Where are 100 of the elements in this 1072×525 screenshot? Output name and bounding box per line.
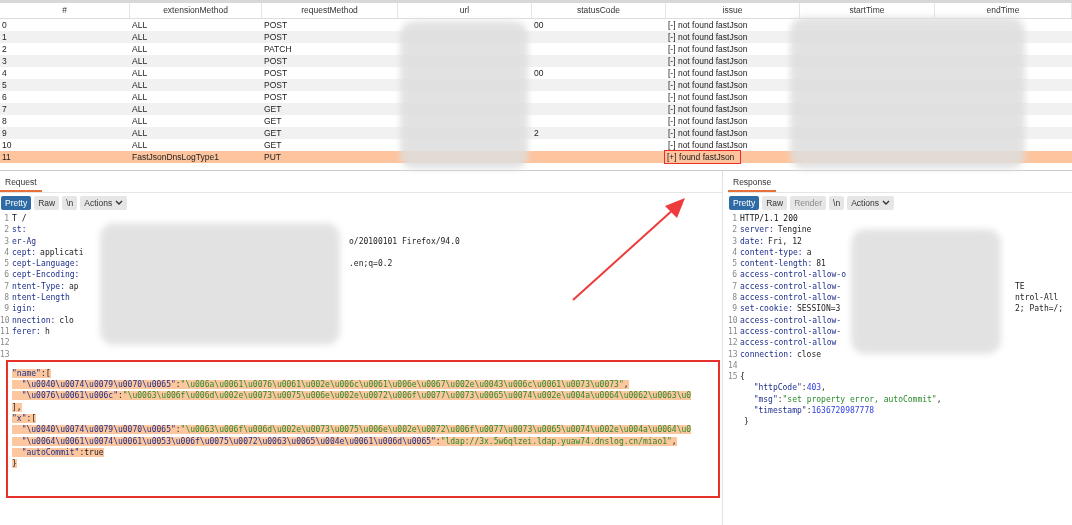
header-name: cept-Encoding: (12, 269, 80, 281)
json-string: "\u0063\u006f\u006d\u002e\u0073\u0075\u006e\u002e\u0072\u006f\u0077\u0073\u0065\u0074\u002e\u004a\u0064\u0 (180, 425, 692, 435)
header-name: access-control-allow- (740, 280, 842, 293)
column-header[interactable]: # (0, 3, 130, 18)
table-cell: [-] not found fastJson (668, 139, 748, 151)
header-value: h (44, 325, 50, 338)
header-value: o/20100101 Firefox/94.0 (349, 235, 460, 247)
json-string: "\u0063\u006f\u006d\u002e\u0073\u0075\u006e\u002e\u0072\u006f\u0077\u0073\u0065\u0074\u002e\u004a\u0064\u0062\u0063\u0 (122, 391, 692, 401)
line-number: 5 (3, 258, 9, 270)
pane-tab[interactable]: Request (0, 175, 42, 192)
json-punctuation: } (12, 459, 17, 469)
header-name: igin: (12, 303, 37, 315)
table-cell: ALL (132, 115, 148, 127)
table-cell: ALL (132, 139, 148, 151)
line-number: 3 (3, 235, 9, 247)
json-punctuation: , (623, 380, 629, 390)
table-cell: 5 (2, 79, 7, 91)
header-value: ap (69, 280, 79, 293)
table-cell: POST (264, 79, 288, 91)
line-number: 7 (3, 280, 9, 293)
header-value: a (806, 246, 812, 259)
table-cell: POST (264, 91, 288, 103)
json-punctuation: :[ (26, 414, 37, 424)
line-number: 13 (0, 348, 9, 360)
table-cell: GET (264, 103, 282, 115)
table-cell: 10 (2, 139, 12, 151)
json-punctuation: , (821, 383, 826, 393)
table-cell: [-] not found fastJson (668, 19, 748, 31)
pane-tab[interactable]: Response (728, 175, 777, 192)
header-name: content-type: (740, 246, 803, 259)
column-header[interactable]: url (398, 3, 532, 18)
line-number: 14 (728, 359, 737, 372)
line-number: 11 (0, 325, 9, 338)
header-name: nnection: (12, 314, 56, 326)
header-name: ntent-Length (12, 292, 70, 304)
json-punctuation: : (117, 391, 123, 401)
line-number: 10 (0, 314, 9, 326)
header-name: connection: (740, 348, 793, 360)
table-cell: 00 (534, 67, 544, 79)
json-punctuation: :[ (40, 368, 51, 378)
table-cell: [-] not found fastJson (668, 43, 748, 55)
json-string: "\u006a\u0061\u0076\u0061\u002e\u006c\u0061\u006e\u0067\u002e\u0043\u006c\u0061\u0073\u0073" (180, 380, 624, 390)
table-cell: [-] not found fastJson (668, 127, 748, 139)
table-cell: FastJsonDnsLogType1 (132, 151, 219, 163)
header-name: content-length: (740, 258, 813, 270)
header-value: 81 (816, 258, 826, 270)
json-punctuation: :true (79, 447, 104, 457)
json-key: "autoCommit" (12, 447, 80, 457)
view-button[interactable]: Pretty (729, 196, 760, 210)
table-cell: GET (264, 127, 282, 139)
view-button[interactable]: \n (829, 196, 845, 210)
column-header[interactable]: extensionMethod (130, 3, 262, 18)
caret-icon (882, 200, 891, 206)
json-key: "msg" (744, 394, 778, 404)
line-number: 10 (728, 314, 737, 326)
view-button[interactable]: Actions (80, 196, 128, 210)
table-cell: 8 (2, 115, 7, 127)
view-button[interactable]: Raw (34, 196, 60, 210)
table-cell: PUT (264, 151, 281, 163)
header-name: cept: (12, 246, 37, 259)
json-punctuation: , (936, 394, 942, 404)
table-cell: 0 (2, 19, 7, 31)
table-cell: [-] not found fastJson (668, 55, 748, 67)
table-cell: POST (264, 31, 288, 43)
line-number: 2 (731, 224, 737, 236)
view-button[interactable]: Pretty (1, 196, 32, 210)
json-punctuation: : (175, 425, 181, 435)
column-header[interactable]: requestMethod (262, 3, 398, 18)
table-cell: 11 (2, 151, 11, 163)
view-button[interactable]: Actions (847, 196, 895, 210)
table-cell: ALL (132, 91, 148, 103)
json-key: "\u0040\u0074\u0079\u0070\u0065" (12, 425, 176, 435)
header-value: clo (59, 314, 74, 326)
json-punctuation: : (175, 380, 181, 390)
header-value: ntrol-All (1015, 292, 1059, 304)
table-cell: [+] found fastJson (665, 151, 741, 163)
header-name: access-control-allow (740, 337, 837, 349)
header-value: TE (1015, 280, 1025, 293)
table-cell: 00 (534, 19, 544, 31)
column-header[interactable]: statusCode (532, 3, 666, 18)
line-number: 1 (731, 213, 737, 225)
header-name: access-control-allow- (740, 314, 842, 326)
table-cell: ALL (132, 19, 148, 31)
view-button[interactable]: \n (62, 196, 78, 210)
line-number: 12 (728, 337, 737, 349)
table-cell: ALL (132, 79, 148, 91)
table-cell: 3 (2, 55, 7, 67)
header-name: set-cookie: (740, 303, 793, 315)
table-cell: ALL (132, 103, 148, 115)
header-value: SESSION=3 (797, 303, 841, 315)
table-cell: [-] not found fastJson (668, 103, 748, 115)
line-number: 1 (3, 213, 9, 225)
table-cell: 1 (2, 31, 7, 43)
header-name: cept-Language: (12, 258, 80, 270)
header-name: server: (740, 224, 774, 236)
header-value: applicati (40, 246, 84, 259)
line-number: 12 (0, 337, 9, 349)
header-name: er-Ag (12, 235, 37, 247)
line-number: 7 (731, 280, 737, 293)
view-button[interactable]: Raw (762, 196, 788, 210)
